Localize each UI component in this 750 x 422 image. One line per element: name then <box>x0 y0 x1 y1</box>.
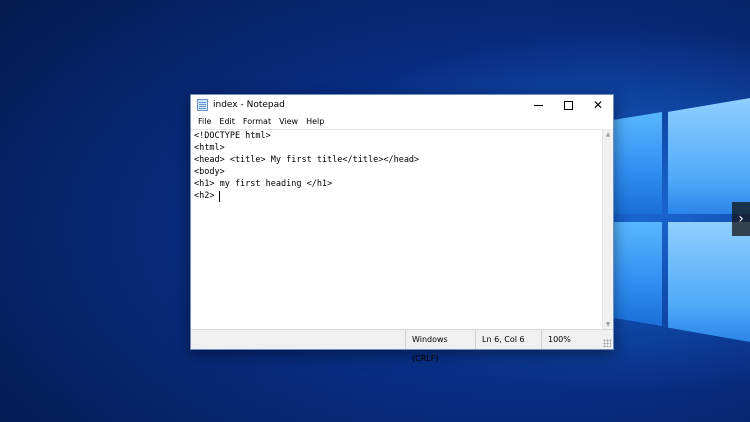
text-editor-area[interactable]: <!DOCTYPE html> <html> <head> <title> My… <box>191 129 603 329</box>
menu-help[interactable]: Help <box>302 116 328 128</box>
chevron-right-icon: › <box>738 211 744 227</box>
title-bar[interactable]: index - Notepad ✕ <box>191 95 613 115</box>
scroll-up-icon[interactable]: ▲ <box>603 129 613 139</box>
notepad-window[interactable]: index - Notepad ✕ File Edit Format View … <box>190 94 614 363</box>
menu-format[interactable]: Format <box>239 116 275 128</box>
status-cursor-position: Ln 6, Col 6 <box>475 330 541 349</box>
window-title: index - Notepad <box>213 100 285 110</box>
menu-file[interactable]: File <box>194 116 215 128</box>
windows-logo-pane <box>612 222 662 326</box>
editor-line: <html> <box>194 143 225 153</box>
status-zoom: 100% <box>541 330 591 349</box>
notepad-icon <box>197 99 208 111</box>
minimize-button[interactable] <box>523 95 553 115</box>
windows-logo-pane <box>612 112 662 214</box>
status-encoding: Windows (CRLF) <box>405 330 475 363</box>
text-caret <box>219 191 220 202</box>
minimize-icon <box>533 104 543 106</box>
maximize-button[interactable] <box>553 95 583 115</box>
scroll-down-icon[interactable]: ▼ <box>603 319 613 329</box>
menu-bar: File Edit Format View Help <box>191 115 613 129</box>
menu-edit[interactable]: Edit <box>215 116 239 128</box>
next-slide-button[interactable]: › <box>732 202 750 236</box>
vertical-scrollbar[interactable]: ▲ ▼ <box>602 129 613 329</box>
editor-line: <body> <box>194 167 225 177</box>
status-bar: Windows (CRLF) Ln 6, Col 6 100% <box>191 329 613 363</box>
editor-line: <head> <title> My first title</title></h… <box>194 155 420 165</box>
windows-logo-pane <box>668 222 750 342</box>
close-icon: ✕ <box>592 98 604 112</box>
windows-logo-pane <box>668 98 750 214</box>
menu-view[interactable]: View <box>275 116 302 128</box>
editor-line: <!DOCTYPE html> <box>194 131 271 141</box>
maximize-icon <box>563 100 573 110</box>
resize-grip-icon[interactable] <box>603 339 611 347</box>
editor-line: <h1> my first heading </h1> <box>194 179 333 189</box>
close-button[interactable]: ✕ <box>583 95 613 115</box>
editor-line: <h2> <box>194 191 220 201</box>
